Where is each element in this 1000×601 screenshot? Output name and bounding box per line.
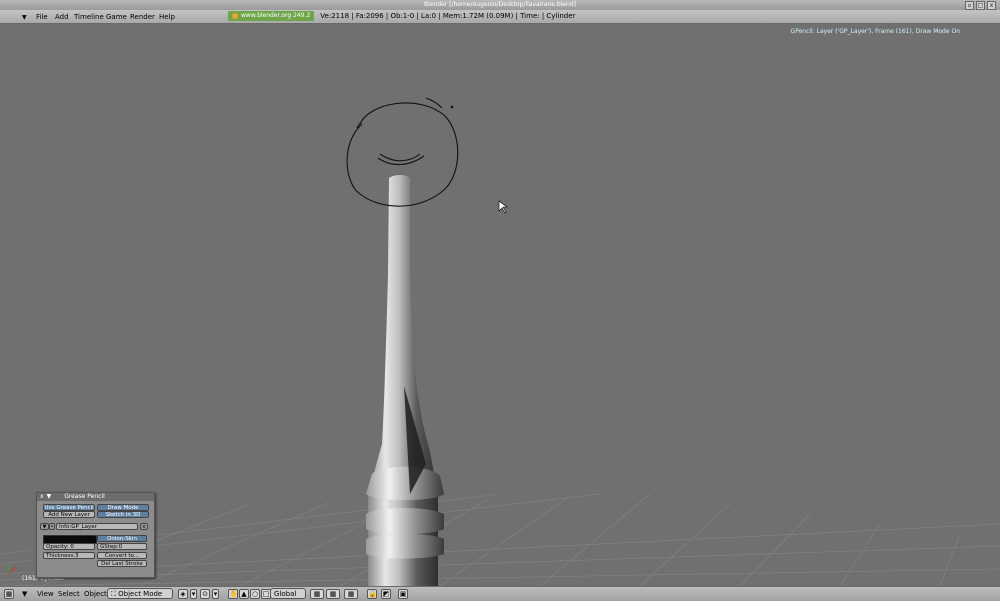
3d-viewport[interactable]: GPencil: Layer ('GP_Layer'), Frame (161)… — [0, 24, 1000, 586]
gstep-field[interactable]: GStep:0 — [97, 543, 147, 550]
orientation-selector[interactable]: Global — [270, 588, 306, 599]
cylinder-object — [366, 175, 444, 586]
pivot-icon[interactable]: ⊙ — [200, 589, 210, 599]
layer-name-field[interactable]: Info:GP_Layer — [56, 523, 138, 530]
sketch-in-3d-toggle[interactable]: Sketch in 3D — [97, 511, 149, 518]
layer-buttons-icon[interactable]: ▦ — [310, 589, 324, 599]
panel-close-icon[interactable]: x — [40, 493, 44, 501]
menu-object[interactable]: Object — [84, 590, 107, 598]
editor-type-icon[interactable]: ▦ — [4, 589, 14, 599]
grease-pencil-dot — [450, 105, 454, 109]
3d-view-header: ▦ ▼ View Select Object ⛶ Object Mode ◈ ▾… — [0, 586, 1000, 601]
scene-stats: Ve:2118 | Fa:2096 | Ob:1-0 | La:0 | Mem:… — [320, 12, 576, 20]
window-controls: ▫ □ x — [965, 1, 996, 10]
panel-collapse-icon[interactable]: ▼ — [47, 493, 52, 501]
manipulator-rotate-icon[interactable]: ○ — [250, 589, 260, 599]
manipulator-translate-icon[interactable]: ▲ — [239, 589, 249, 599]
mode-selector[interactable]: ⛶ Object Mode — [107, 588, 173, 599]
onion-skin-toggle[interactable]: Onion-Skin — [97, 535, 147, 542]
menu-help[interactable]: Help — [159, 13, 175, 21]
header-collapse-icon[interactable]: ▼ — [22, 590, 27, 598]
draw-mode-toggle[interactable]: Draw Mode — [97, 504, 149, 511]
close-button[interactable]: x — [987, 1, 996, 10]
menu-render[interactable]: Render — [130, 13, 155, 21]
menu-file[interactable]: File — [36, 13, 48, 21]
blender-logo: www.blender.org 249.2 — [228, 11, 315, 21]
opacity-slider[interactable]: Opacity: 0 — [43, 543, 95, 550]
window-title: Blender [/home/eugenio/Desktop/llavairan… — [423, 1, 577, 8]
use-grease-pencil-toggle[interactable]: Use Grease Pencil — [43, 504, 95, 511]
draw-type-icon[interactable]: ◈ — [178, 589, 188, 599]
minimize-button[interactable]: ▫ — [965, 1, 974, 10]
manipulator-hand-icon[interactable]: ✋ — [228, 589, 238, 599]
layer-delete-icon[interactable]: x — [140, 523, 148, 530]
blender-logo-icon — [232, 13, 238, 19]
layer-collapse-icon[interactable]: ▼ — [40, 523, 49, 530]
axis-gizmo-icon — [7, 565, 17, 575]
maximize-button[interactable]: □ — [976, 1, 985, 10]
menu-view[interactable]: View — [37, 590, 54, 598]
menu-select[interactable]: Select — [58, 590, 80, 598]
menu-add[interactable]: Add — [55, 13, 69, 21]
pivot-dropdown-icon[interactable]: ▾ — [212, 589, 219, 599]
blender-version: www.blender.org 249.2 — [241, 12, 311, 19]
mode-label: Object Mode — [118, 590, 163, 598]
delete-last-stroke-button[interactable]: Del Last Stroke — [97, 560, 147, 567]
draw-type-dropdown-icon[interactable]: ▾ — [190, 589, 197, 599]
lock-icon[interactable]: 🔒 — [367, 589, 377, 599]
render-icon[interactable]: ◩ — [381, 589, 391, 599]
menu-timeline[interactable]: Timeline — [74, 13, 104, 21]
layer-buttons-2-icon[interactable]: ▦ — [326, 589, 340, 599]
thickness-slider[interactable]: Thickness:3 — [43, 552, 95, 559]
scene-info: www.blender.org 249.2 Ve:2118 | Fa:2096 … — [228, 11, 575, 21]
add-new-layer-button[interactable]: Add New Layer — [43, 511, 95, 518]
layer-buttons-3-icon[interactable]: ▦ — [344, 589, 358, 599]
menu-game[interactable]: Game — [106, 13, 127, 21]
convert-to-button[interactable]: Convert to... — [97, 552, 147, 559]
info-menubar: ▼ File Add Timeline Game Render Help www… — [0, 10, 1000, 24]
screenshot-icon[interactable]: ▣ — [398, 589, 408, 599]
layer-lock-icon[interactable]: • — [49, 523, 55, 530]
grease-pencil-panel: x ▼ Grease Pencil Use Grease Pencil Draw… — [36, 492, 155, 578]
grease-pencil-panel-header[interactable]: x ▼ Grease Pencil — [37, 493, 154, 501]
menu-collapse-icon[interactable]: ▼ — [22, 14, 27, 21]
panel-title: Grease Pencil — [64, 493, 105, 500]
mouse-cursor-icon — [498, 200, 508, 214]
